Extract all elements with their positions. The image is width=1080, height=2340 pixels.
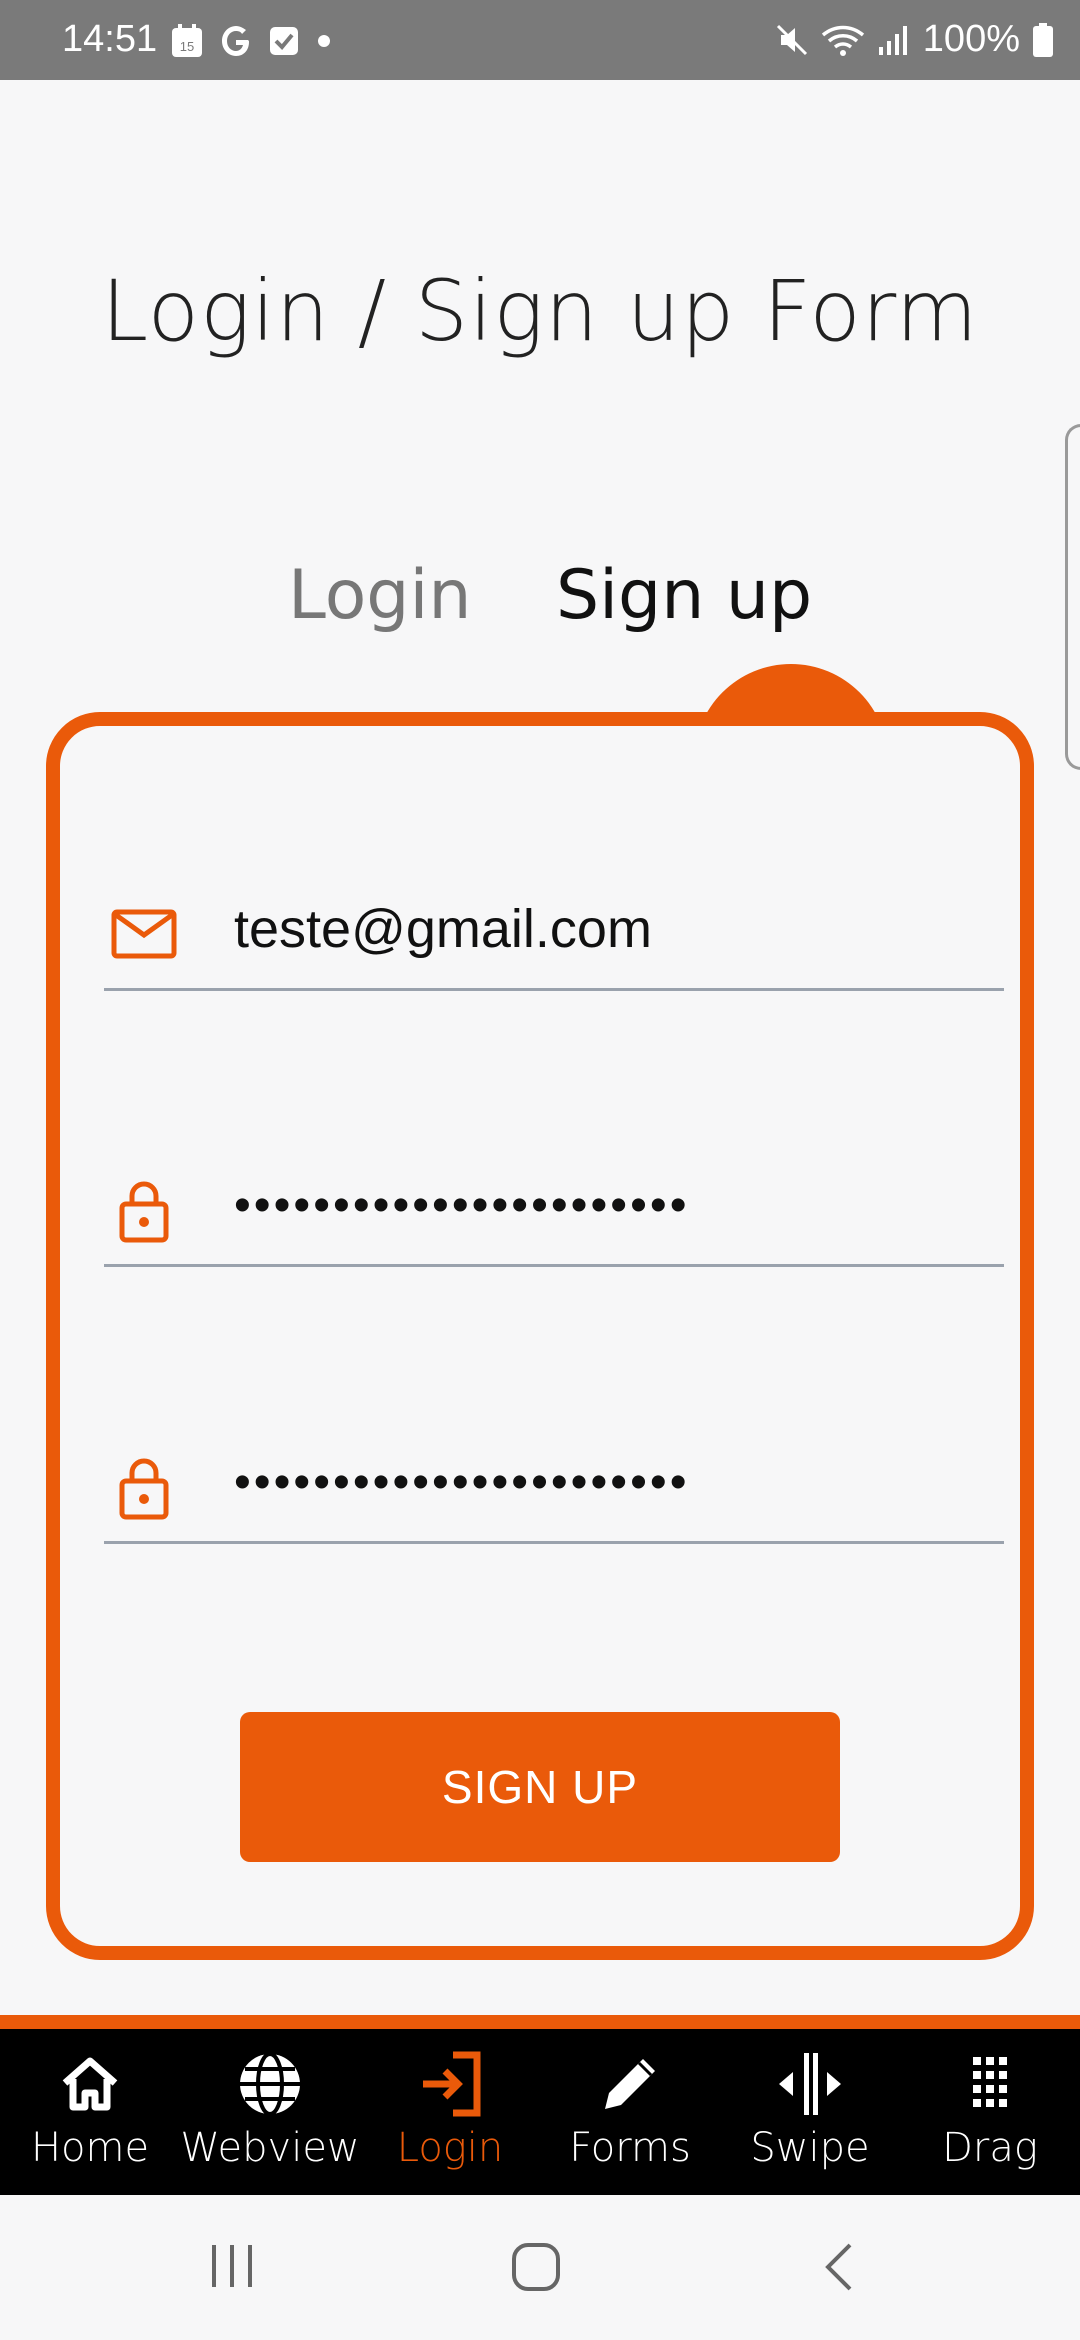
nav-label: Forms [569,2125,691,2171]
home-icon [62,2057,118,2111]
bottom-nav: Home Webview Login Forms Swipe Drag [0,2029,1080,2195]
wifi-icon [821,25,864,56]
system-status: 100% [775,18,1054,61]
nav-label: Login [396,2125,504,2171]
calendar-day: 15 [180,39,194,54]
status-bar: 14:51 15 100% [0,0,1080,80]
login-icon [423,2051,481,2117]
system-nav-bar [0,2195,1080,2340]
drag-grid-icon [973,2057,1007,2107]
swipe-icon [779,2053,841,2115]
email-value[interactable]: teste@gmail.com [234,898,652,960]
password-field[interactable]: ••••••••••••••••••••••• [104,1144,1004,1267]
lock-icon [119,1458,169,1520]
notification-icons: 15 [170,20,334,62]
nav-item-home[interactable]: Home [0,2029,180,2195]
calendar-icon: 15 [172,24,202,57]
confirm-password-value[interactable]: ••••••••••••••••••••••• [234,1455,690,1510]
back-button[interactable] [820,2241,860,2293]
mail-icon [111,909,177,959]
nav-accent-strip [0,2015,1080,2029]
signup-form-card: teste@gmail.com ••••••••••••••••••••••• … [46,712,1034,1960]
nav-item-drag[interactable]: Drag [900,2029,1080,2195]
nav-label: Webview [180,2125,360,2171]
signal-icon [878,25,907,55]
status-time: 14:51 [62,18,158,60]
nav-label: Swipe [750,2125,870,2171]
password-value[interactable]: ••••••••••••••••••••••• [234,1178,690,1233]
pencil-icon [605,2059,655,2109]
lock-icon [119,1181,169,1243]
nav-label: Home [30,2125,150,2171]
nav-label: Drag [942,2125,1038,2171]
nav-item-swipe[interactable]: Swipe [720,2029,900,2195]
tab-login[interactable]: Login [288,556,471,635]
side-drawer-handle[interactable] [1065,424,1080,770]
dot-icon [318,35,330,47]
email-field[interactable]: teste@gmail.com [104,868,1004,991]
nav-item-webview[interactable]: Webview [180,2029,360,2195]
google-icon [222,26,249,56]
tab-signup[interactable]: Sign up [556,556,812,635]
battery-icon [1033,22,1053,57]
home-button[interactable] [510,2241,562,2293]
mute-icon [776,24,807,55]
checkbox-task-icon [270,27,298,55]
confirm-password-field[interactable]: ••••••••••••••••••••••• [104,1421,1004,1544]
battery-percent: 100% [922,18,1020,60]
sign-up-button[interactable]: SIGN UP [240,1712,840,1862]
recents-button[interactable] [208,2241,258,2291]
nav-item-login[interactable]: Login [360,2029,540,2195]
globe-icon [240,2052,300,2116]
page-title: Login / Sign up Form [101,262,979,360]
nav-item-forms[interactable]: Forms [540,2029,720,2195]
